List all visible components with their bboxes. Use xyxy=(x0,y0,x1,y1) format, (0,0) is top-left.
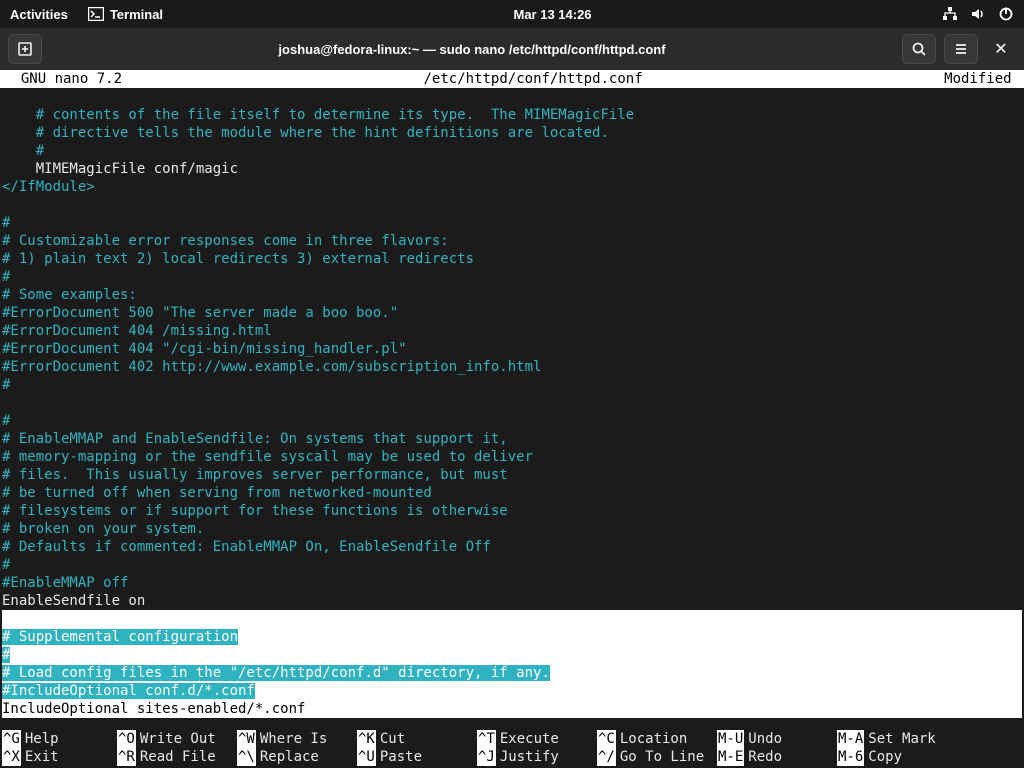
terminal-viewport[interactable]: GNU nano 7.2 /etc/httpd/conf/httpd.conf … xyxy=(0,70,1024,768)
terminal-icon xyxy=(88,6,104,22)
nano-modified-status: Modified xyxy=(944,70,1020,88)
new-tab-button[interactable] xyxy=(8,34,42,64)
code-line: # xyxy=(2,269,10,285)
active-app-label: Terminal xyxy=(110,7,163,22)
shortcut-readfile: ^RRead File xyxy=(117,748,237,766)
shortcut-setmark: M-ASet Mark xyxy=(837,730,957,748)
code-line: # filesystems or if support for these fu… xyxy=(2,503,508,519)
code-line: </IfModule> xyxy=(2,179,95,195)
code-line: # be turned off when serving from networ… xyxy=(2,485,432,501)
shortcut-whereis: ^WWhere Is xyxy=(237,730,357,748)
code-line: #ErrorDocument 402 http://www.example.co… xyxy=(2,359,541,375)
code-line: # xyxy=(2,557,10,573)
code-line: MIMEMagicFile conf/magic xyxy=(2,161,238,177)
hamburger-menu-button[interactable] xyxy=(944,34,978,64)
shortcut-gotoline: ^/Go To Line xyxy=(597,748,717,766)
window-title: joshua@fedora-linux:~ — sudo nano /etc/h… xyxy=(50,42,894,57)
selected-block: # Supplemental configuration # # Load co… xyxy=(2,610,1022,718)
network-icon[interactable] xyxy=(942,6,958,22)
code-line: #EnableMMAP off xyxy=(2,575,128,591)
active-app-indicator[interactable]: Terminal xyxy=(88,6,163,22)
nano-shortcut-bar: ^GHelp ^OWrite Out ^WWhere Is ^KCut ^TEx… xyxy=(0,730,1024,768)
nano-version: GNU nano 7.2 xyxy=(4,70,122,88)
code-line: # Supplemental configuration xyxy=(2,629,238,645)
code-line: # xyxy=(2,215,10,231)
shortcut-writeout: ^OWrite Out xyxy=(117,730,237,748)
close-button[interactable]: ✕ xyxy=(986,39,1016,59)
nano-titlebar: GNU nano 7.2 /etc/httpd/conf/httpd.conf … xyxy=(0,70,1024,88)
code-line: # Some examples: xyxy=(2,287,137,303)
code-line: # 1) plain text 2) local redirects 3) ex… xyxy=(2,251,474,267)
code-line: IncludeOptional sites-enabled/*.conf xyxy=(2,701,305,717)
nano-filepath: /etc/httpd/conf/httpd.conf xyxy=(122,70,944,88)
code-line: # xyxy=(2,377,10,393)
code-line: # Load config files in the "/etc/httpd/c… xyxy=(2,665,550,681)
code-line: # Customizable error responses come in t… xyxy=(2,233,449,249)
shortcut-help: ^GHelp xyxy=(2,730,117,748)
nano-file-content[interactable]: # contents of the file itself to determi… xyxy=(0,88,1024,730)
search-button[interactable] xyxy=(902,34,936,64)
code-line: #IncludeOptional conf.d/*.conf xyxy=(2,683,255,699)
shortcut-justify: ^JJustify xyxy=(477,748,597,766)
window-titlebar: joshua@fedora-linux:~ — sudo nano /etc/h… xyxy=(0,28,1024,70)
code-line: #ErrorDocument 404 /missing.html xyxy=(2,323,272,339)
volume-icon[interactable] xyxy=(970,6,986,22)
shortcut-copy: M-6Copy xyxy=(837,748,957,766)
shortcut-undo: M-UUndo xyxy=(717,730,837,748)
code-line: EnableSendfile on xyxy=(2,593,145,609)
code-line: # files. This usually improves server pe… xyxy=(2,467,508,483)
code-line: # xyxy=(2,647,10,663)
code-line: # broken on your system. xyxy=(2,521,204,537)
code-line: # directive tells the module where the h… xyxy=(2,125,609,141)
gnome-topbar: Activities Terminal Mar 13 14:26 xyxy=(0,0,1024,28)
shortcut-execute: ^TExecute xyxy=(477,730,597,748)
shortcut-location: ^CLocation xyxy=(597,730,717,748)
code-line: #ErrorDocument 500 "The server made a bo… xyxy=(2,305,398,321)
power-icon[interactable] xyxy=(998,6,1014,22)
code-line: # memory-mapping or the sendfile syscall… xyxy=(2,449,533,465)
shortcut-exit: ^XExit xyxy=(2,748,117,766)
clock[interactable]: Mar 13 14:26 xyxy=(163,7,942,22)
code-line: # contents of the file itself to determi… xyxy=(2,107,634,123)
code-line: # EnableMMAP and EnableSendfile: On syst… xyxy=(2,431,508,447)
code-line: # xyxy=(2,143,44,159)
code-line: #ErrorDocument 404 "/cgi-bin/missing_han… xyxy=(2,341,407,357)
shortcut-replace: ^\Replace xyxy=(237,748,357,766)
code-line: # xyxy=(2,413,10,429)
shortcut-paste: ^UPaste xyxy=(357,748,477,766)
shortcut-cut: ^KCut xyxy=(357,730,477,748)
shortcut-redo: M-ERedo xyxy=(717,748,837,766)
activities-button[interactable]: Activities xyxy=(10,7,68,22)
code-line: # Defaults if commented: EnableMMAP On, … xyxy=(2,539,491,555)
